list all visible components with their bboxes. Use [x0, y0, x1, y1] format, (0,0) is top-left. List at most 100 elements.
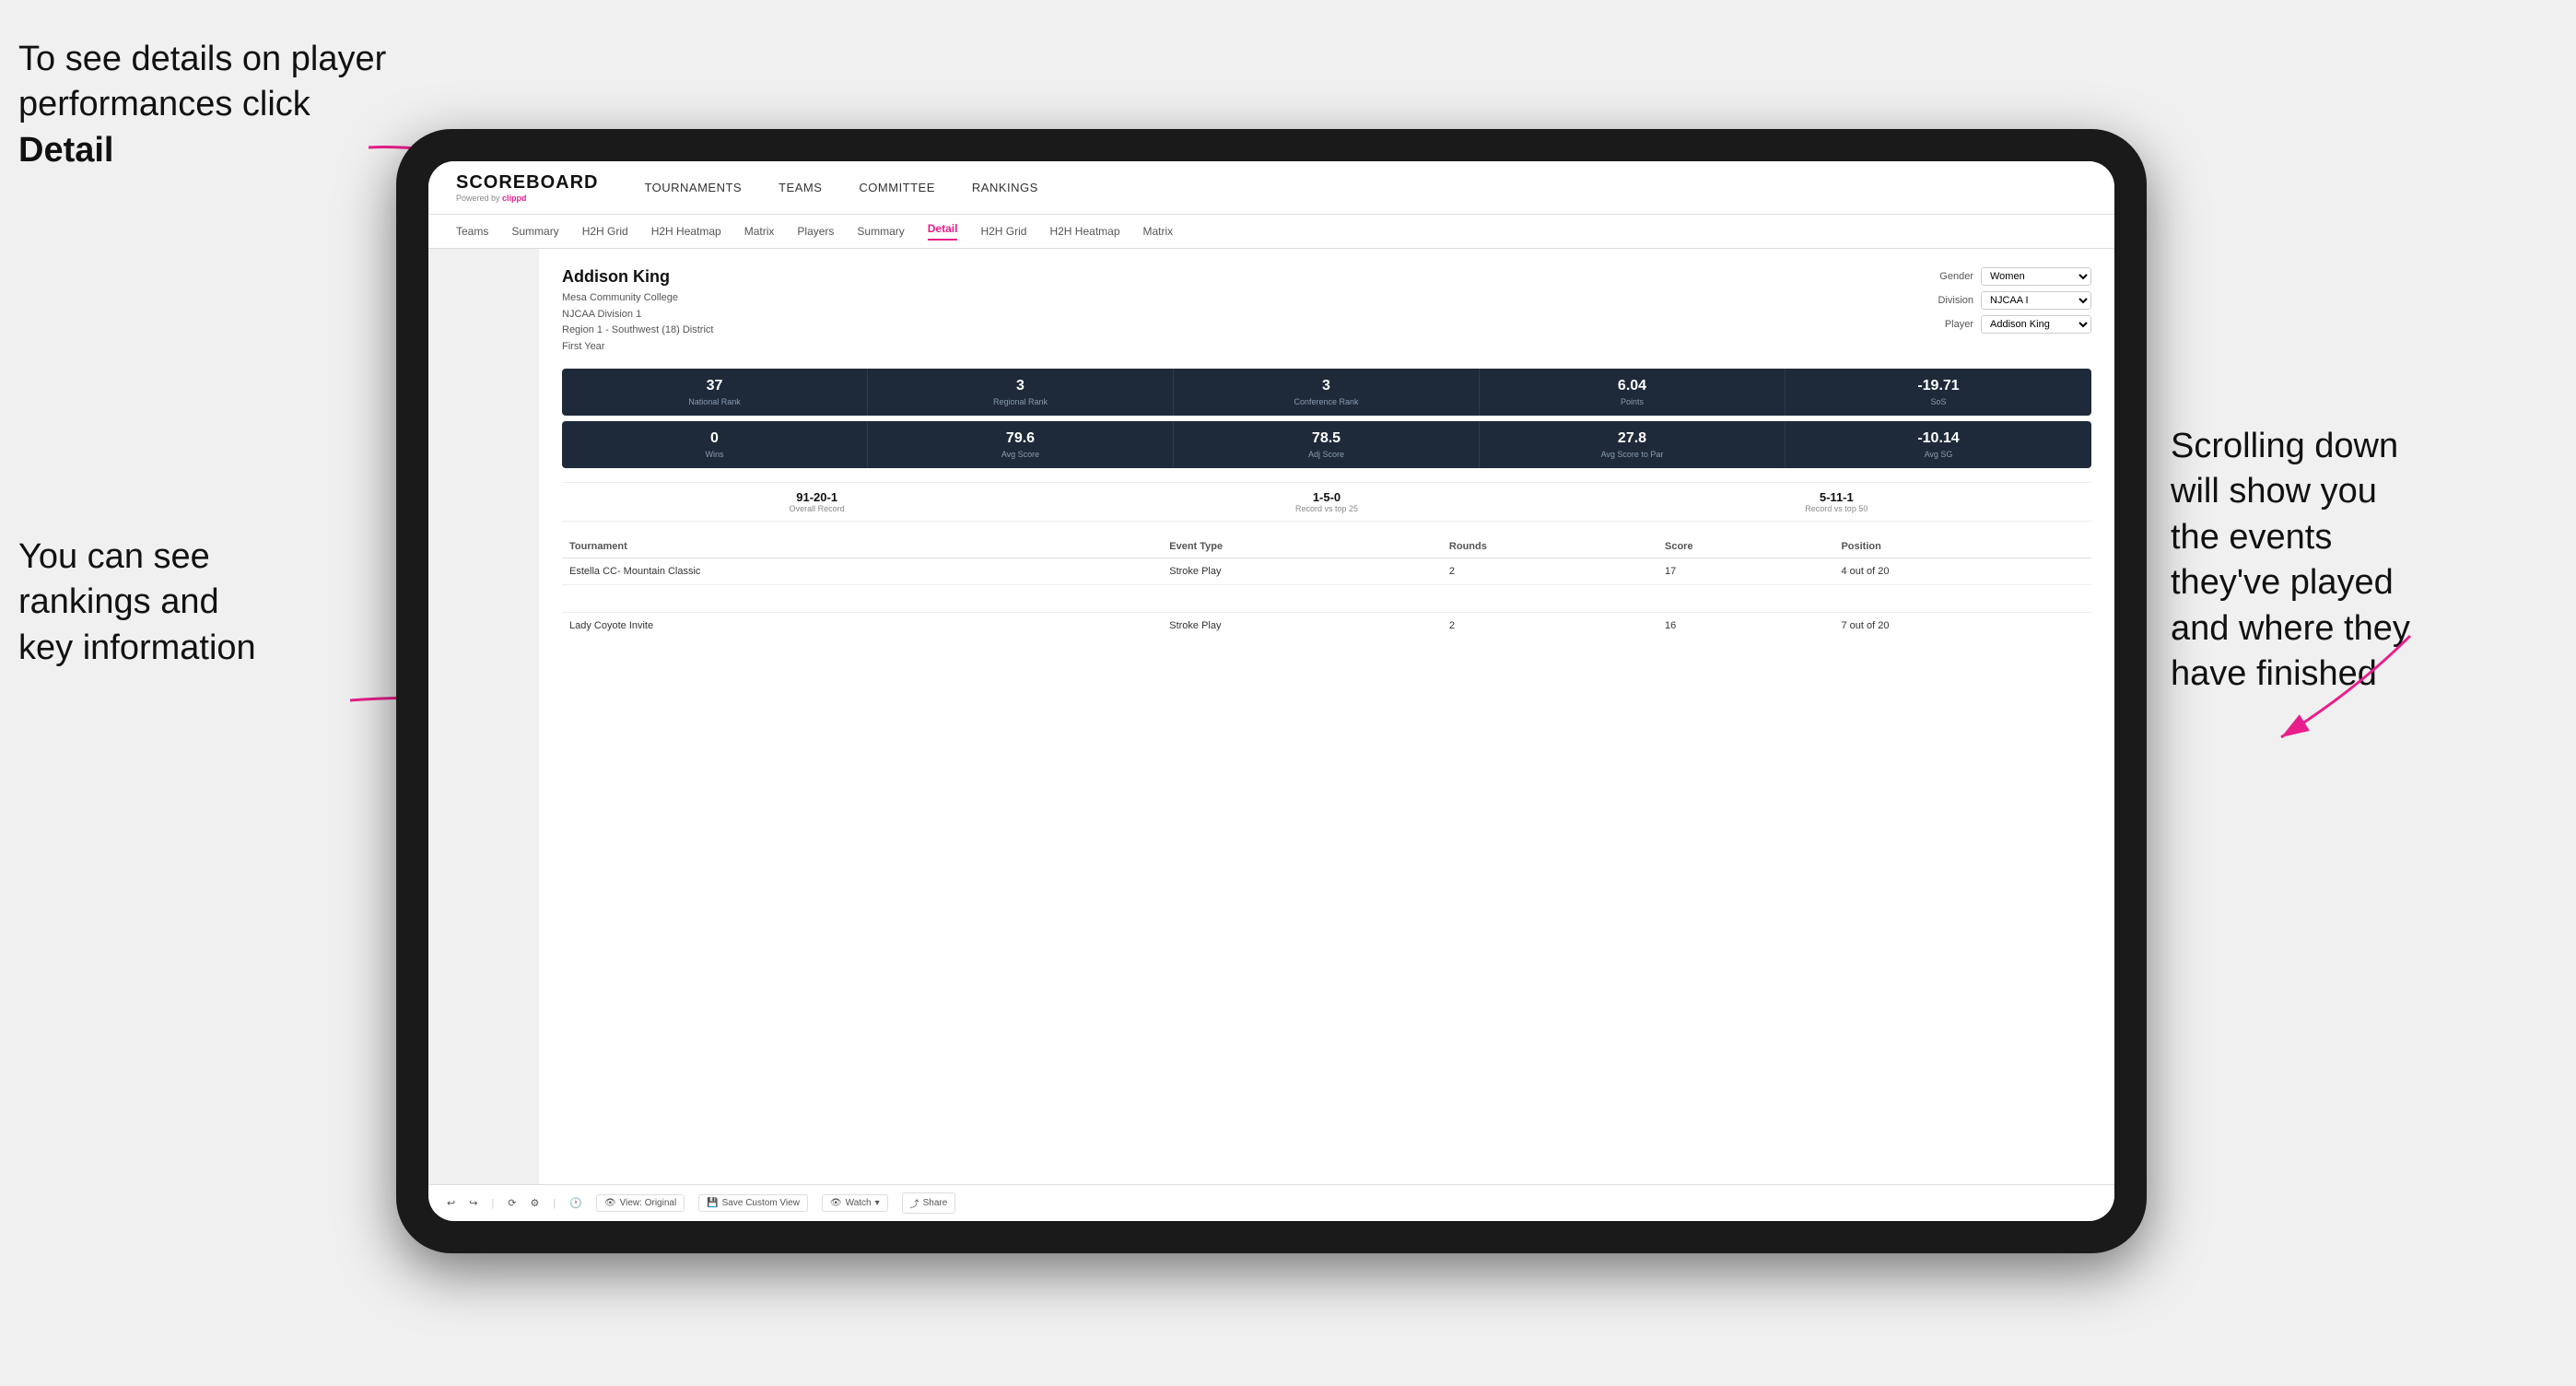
col-tournament: Tournament [562, 535, 1162, 558]
table-row: Estella CC- Mountain Classic Stroke Play… [562, 558, 2091, 585]
share-label: Share [923, 1198, 948, 1208]
player-filters: Gender Women Division NJCAA I [1923, 267, 2091, 334]
nav-committee[interactable]: COMMITTEE [859, 181, 935, 194]
stat-regional-rank: 3 Regional Rank [868, 369, 1174, 416]
annotation-rankings-line3: key information [18, 628, 256, 667]
annotation-scrolling-line1: Scrolling down [2171, 427, 2398, 465]
tab-matrix[interactable]: Matrix [744, 225, 775, 238]
nav-teams[interactable]: TEAMS [779, 181, 822, 194]
annotation-rankings-line2: rankings and [18, 582, 219, 621]
player-info: Addison King Mesa Community College NJCA… [562, 267, 713, 355]
rounds-1: 2 [1442, 558, 1657, 585]
stat-avg-score: 79.6 Avg Score [868, 421, 1174, 468]
share-button[interactable]: ⤴ Share [902, 1192, 956, 1214]
player-year: First Year [562, 339, 713, 356]
nav-tournaments[interactable]: TOURNAMENTS [644, 181, 742, 194]
view-original-button[interactable]: 👁 View: Original [596, 1194, 685, 1212]
tab-teams[interactable]: Teams [456, 225, 488, 238]
save-custom-label: Save Custom View [722, 1198, 800, 1208]
annotation-scrolling-line2: will show you [2171, 472, 2377, 511]
player-label: Player [1923, 319, 1973, 330]
event-type-3: Stroke Play [1162, 613, 1442, 640]
watch-chevron: ▾ [875, 1198, 880, 1208]
toolbar-redo-icon[interactable]: ↪ [469, 1197, 477, 1209]
logo-area: SCOREBOARD Powered by clippd [456, 172, 598, 203]
record-top25: 1-5-0 Record vs top 25 [1071, 490, 1581, 513]
annotation-scrolling-line4: they've played [2171, 563, 2394, 602]
stat-sos: -19.71 SoS [1786, 369, 2091, 416]
annotation-top-left: To see details on player performances cl… [18, 37, 387, 173]
tab-h2h-heatmap2[interactable]: H2H Heatmap [1049, 225, 1119, 238]
view-icon: 👁 [604, 1198, 616, 1208]
stat-conference-rank: 3 Conference Rank [1174, 369, 1480, 416]
player-college: Mesa Community College [562, 290, 713, 307]
stat-national-rank: 37 National Rank [562, 369, 868, 416]
col-score: Score [1657, 535, 1833, 558]
toolbar-sep1: | [491, 1198, 494, 1209]
player-region: Region 1 - Southwest (18) District [562, 323, 713, 339]
content-panel: Addison King Mesa Community College NJCA… [539, 249, 2114, 1184]
col-event-type: Event Type [1162, 535, 1442, 558]
stat-wins: 0 Wins [562, 421, 868, 468]
annotation-bottom-left: You can see rankings and key information [18, 534, 369, 671]
record-overall: 91-20-1 Overall Record [562, 490, 1071, 513]
stats-row1: 37 National Rank 3 Regional Rank 3 Confe… [562, 369, 2091, 416]
table-row-empty [562, 585, 2091, 613]
division-select[interactable]: NJCAA I [1981, 291, 2091, 310]
main-content: Addison King Mesa Community College NJCA… [428, 249, 2114, 1184]
table-row: Lady Coyote Invite Stroke Play 2 16 7 ou… [562, 613, 2091, 640]
save-icon: 💾 [707, 1198, 718, 1208]
position-3: 7 out of 20 [1833, 613, 2091, 640]
annotation-detail-bold: Detail [18, 131, 113, 170]
player-division: NJCAA Division 1 [562, 307, 713, 323]
tablet-screen: SCOREBOARD Powered by clippd TOURNAMENTS… [428, 161, 2114, 1221]
tab-summary[interactable]: Summary [511, 225, 558, 238]
tournament-name-3: Lady Coyote Invite [562, 613, 1162, 640]
annotation-scrolling-line6: have finished [2171, 654, 2377, 693]
division-label: Division [1923, 295, 1973, 306]
player-select[interactable]: Addison King [1981, 315, 2091, 334]
player-name: Addison King [562, 267, 713, 287]
tab-players[interactable]: Players [797, 225, 834, 238]
logo-scoreboard: SCOREBOARD [456, 172, 598, 194]
tab-h2h-grid2[interactable]: H2H Grid [980, 225, 1026, 238]
col-position: Position [1833, 535, 2091, 558]
tab-h2h-grid[interactable]: H2H Grid [582, 225, 628, 238]
records-row: 91-20-1 Overall Record 1-5-0 Record vs t… [562, 482, 2091, 522]
col-rounds: Rounds [1442, 535, 1657, 558]
toolbar-undo-icon[interactable]: ↩ [447, 1197, 455, 1209]
annotation-right: Scrolling down will show you the events … [2171, 424, 2558, 697]
share-icon: ⤴ [910, 1196, 919, 1210]
score-1: 17 [1657, 558, 1833, 585]
annotation-scrolling-line5: and where they [2171, 609, 2410, 648]
bottom-toolbar: ↩ ↪ | ⟳ ⚙ | 🕐 👁 View: Original 💾 Save Cu… [428, 1184, 2114, 1221]
stat-avg-score-par: 27.8 Avg Score to Par [1480, 421, 1786, 468]
tab-h2h-heatmap[interactable]: H2H Heatmap [651, 225, 721, 238]
gender-select[interactable]: Women [1981, 267, 2091, 286]
tab-matrix2[interactable]: Matrix [1143, 225, 1174, 238]
annotation-rankings-line1: You can see [18, 537, 210, 576]
toolbar-settings-icon[interactable]: ⚙ [531, 1197, 540, 1209]
watch-label: Watch [846, 1198, 872, 1208]
tournament-table: Tournament Event Type Rounds Score Posit… [562, 535, 2091, 639]
record-top50: 5-11-1 Record vs top 50 [1582, 490, 2091, 513]
gender-label: Gender [1923, 271, 1973, 282]
filter-division: Division NJCAA I [1923, 291, 2091, 310]
tab-detail[interactable]: Detail [928, 222, 958, 241]
stat-adj-score: 78.5 Adj Score [1174, 421, 1480, 468]
logo-powered: Powered by clippd [456, 194, 598, 203]
save-custom-button[interactable]: 💾 Save Custom View [698, 1194, 808, 1212]
view-original-label: View: Original [620, 1198, 677, 1208]
score-3: 16 [1657, 613, 1833, 640]
tab-summary2[interactable]: Summary [857, 225, 904, 238]
toolbar-refresh-icon[interactable]: ⟳ [508, 1197, 516, 1209]
watch-button[interactable]: 👁 Watch ▾ [822, 1194, 888, 1212]
stats-row2: 0 Wins 79.6 Avg Score 78.5 Adj Score 27.… [562, 421, 2091, 468]
watch-icon: 👁 [830, 1198, 842, 1208]
filter-gender: Gender Women [1923, 267, 2091, 286]
top-nav: SCOREBOARD Powered by clippd TOURNAMENTS… [428, 161, 2114, 215]
nav-rankings[interactable]: RANKINGS [972, 181, 1038, 194]
rounds-3: 2 [1442, 613, 1657, 640]
second-nav: Teams Summary H2H Grid H2H Heatmap Matri… [428, 215, 2114, 249]
event-type-1: Stroke Play [1162, 558, 1442, 585]
